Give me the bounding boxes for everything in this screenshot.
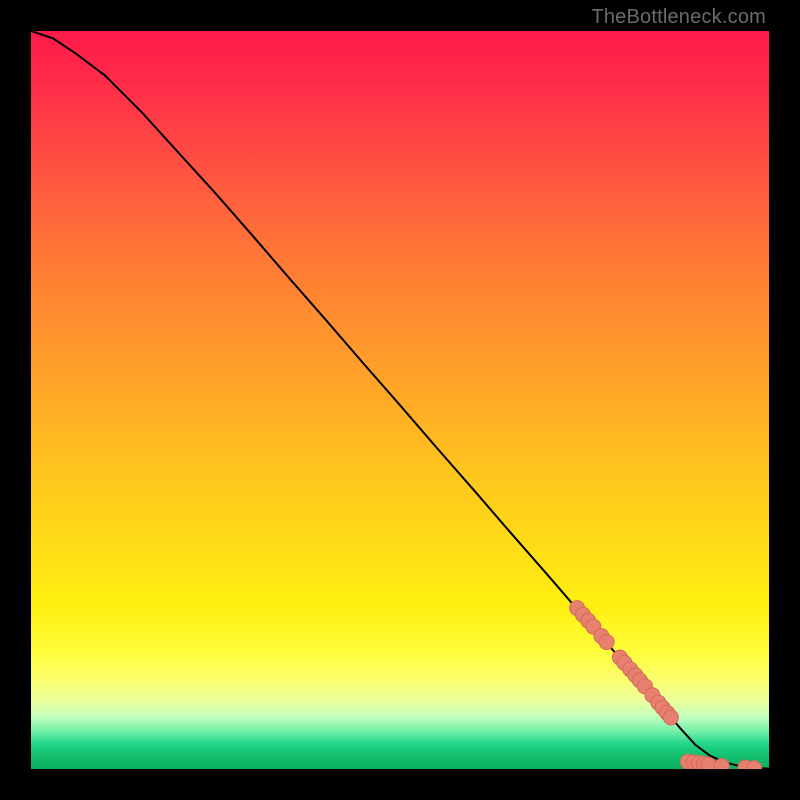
data-markers: [570, 601, 762, 769]
chart-overlay: [31, 31, 769, 769]
data-marker: [663, 710, 678, 725]
data-marker: [714, 759, 729, 769]
watermark-text: TheBottleneck.com: [591, 6, 766, 29]
performance-curve: [31, 31, 769, 769]
data-marker: [599, 635, 614, 650]
plot-area: [31, 31, 769, 769]
data-marker: [701, 757, 716, 769]
